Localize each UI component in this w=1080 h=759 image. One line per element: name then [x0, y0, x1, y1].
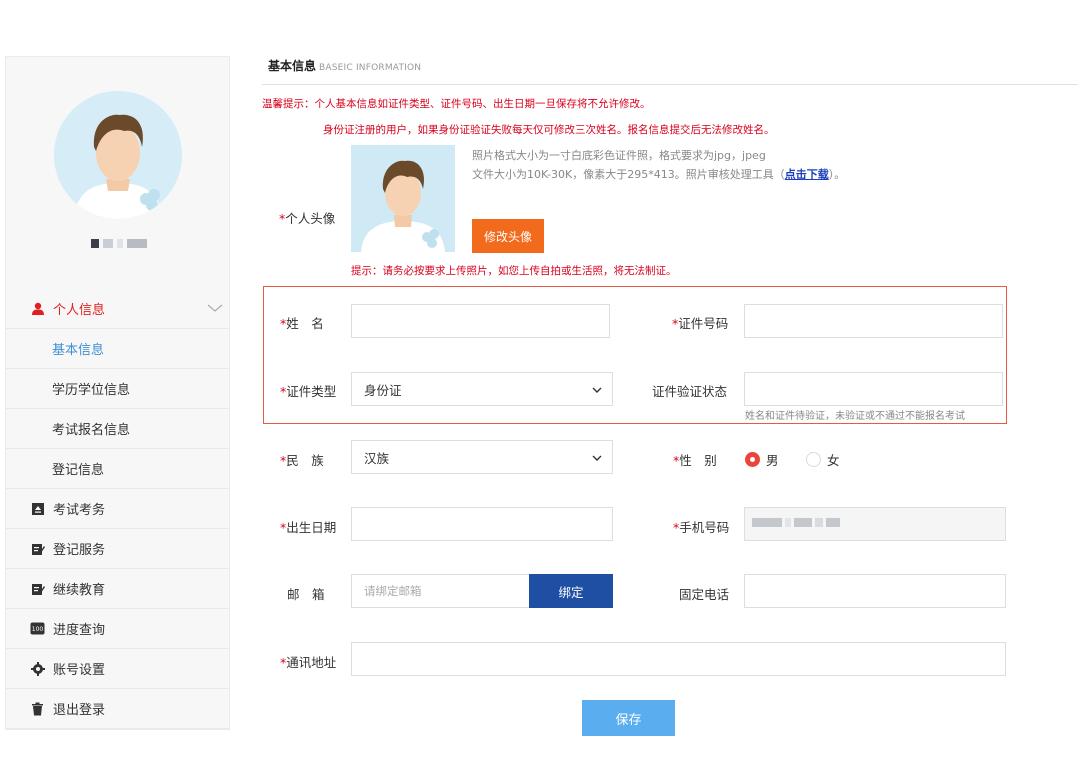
- sidebar-item-account-settings[interactable]: 账号设置: [6, 649, 229, 689]
- chevron-down-icon: [207, 301, 223, 315]
- bind-email-button[interactable]: 绑定: [529, 574, 613, 608]
- sidebar-menu: 个人信息 基本信息 学历学位信息 考试报名信息 登记信息 考试考务 登记服务 继…: [6, 289, 229, 729]
- address-input[interactable]: [351, 642, 1006, 676]
- birth-date-input[interactable]: [351, 507, 613, 541]
- gender-male-radio[interactable]: 男: [745, 450, 779, 469]
- address-label: *通讯地址: [280, 655, 337, 670]
- id-type-select[interactable]: 身份证: [351, 372, 613, 406]
- avatar-illustration: [54, 91, 182, 219]
- ethnicity-value: 汉族: [364, 450, 390, 466]
- progress-counter-icon: 100: [30, 621, 45, 636]
- birth-label: *出生日期: [280, 520, 337, 535]
- trash-icon: [30, 701, 45, 716]
- radio-checked-icon: [745, 452, 760, 467]
- save-button[interactable]: 保存: [582, 700, 675, 736]
- download-tool-link[interactable]: 点击下载: [785, 168, 829, 181]
- edit-document-icon: [30, 581, 45, 596]
- photo-illustration: [351, 145, 455, 252]
- sidebar-subitem-exam-registration[interactable]: 考试报名信息: [6, 409, 229, 449]
- name-label: *姓 名: [280, 316, 324, 331]
- page-title: 基本信息 BASEIC INFORMATION: [268, 57, 421, 74]
- email-input[interactable]: 请绑定邮箱: [351, 574, 530, 608]
- sidebar: 个人信息 基本信息 学历学位信息 考试报名信息 登记信息 考试考务 登记服务 继…: [5, 56, 230, 730]
- verify-hint: 姓名和证件待验证，未验证或不通过不能报名考试: [745, 411, 965, 422]
- sidebar-item-label: 退出登录: [53, 703, 106, 718]
- id-type-value: 身份证: [364, 382, 402, 398]
- gender-label: *性 别: [673, 453, 717, 468]
- id-type-label: *证件类型: [280, 384, 337, 399]
- sidebar-item-register-service[interactable]: 登记服务: [6, 529, 229, 569]
- photo-label: *个人头像: [279, 211, 336, 226]
- landline-label: 固定电话: [679, 587, 730, 602]
- photo-tip-size: 文件大小为10K-30K，像素大于295*413。照片审核处理工具（点击下载）。: [472, 168, 846, 181]
- phone-label: *手机号码: [673, 520, 730, 535]
- sidebar-subitem-registration-info[interactable]: 登记信息: [6, 449, 229, 489]
- sidebar-subitem-education[interactable]: 学历学位信息: [6, 369, 229, 409]
- sidebar-item-label: 登记服务: [53, 543, 106, 558]
- title-divider: [262, 84, 1078, 85]
- sidebar-item-personal-info[interactable]: 个人信息: [6, 289, 229, 329]
- page-title-text: 基本信息: [268, 59, 317, 73]
- id-number-label: *证件号码: [672, 316, 729, 331]
- exam-icon: [30, 501, 45, 516]
- email-placeholder: 请绑定邮箱: [364, 584, 422, 598]
- gear-icon: [30, 661, 45, 676]
- notice-line-2: 身份证注册的用户，如果身份证验证失败每天仅可修改三次姓名。报名信息提交后无法修改…: [323, 124, 775, 136]
- notice-line-1: 温馨提示：个人基本信息如证件类型、证件号码、出生日期一旦保存将不允许修改。: [262, 98, 651, 110]
- id-number-input[interactable]: [744, 304, 1003, 338]
- sidebar-item-label: 考试考务: [53, 503, 106, 518]
- sidebar-item-progress[interactable]: 100 进度查询: [6, 609, 229, 649]
- photo-warning: 提示：请务必按要求上传照片，如您上传自拍或生活照，将无法制证。: [351, 265, 677, 277]
- username-masked: [91, 239, 147, 248]
- id-photo: [351, 145, 455, 252]
- verify-status-field: [744, 372, 1003, 406]
- ethnicity-label: *民 族: [280, 453, 324, 468]
- radio-unchecked-icon: [806, 452, 821, 467]
- sidebar-item-continuing-education[interactable]: 继续教育: [6, 569, 229, 609]
- ethnicity-select[interactable]: 汉族: [351, 440, 613, 474]
- change-avatar-button[interactable]: 修改头像: [472, 219, 544, 253]
- sidebar-item-label: 个人信息: [53, 303, 106, 318]
- user-icon: [30, 301, 45, 316]
- sidebar-subitem-basic-info[interactable]: 基本信息: [6, 329, 229, 369]
- verify-status-label: 证件验证状态: [652, 384, 728, 399]
- name-input[interactable]: [351, 304, 610, 338]
- sidebar-item-label: 进度查询: [53, 623, 106, 638]
- edit-document-icon: [30, 541, 45, 556]
- svg-text:100: 100: [32, 626, 44, 633]
- sidebar-item-label: 账号设置: [53, 663, 106, 678]
- landline-input[interactable]: [744, 574, 1006, 608]
- chevron-down-icon: [592, 450, 602, 465]
- email-label: 邮 箱: [287, 587, 325, 602]
- sidebar-item-logout[interactable]: 退出登录: [6, 689, 229, 729]
- chevron-down-icon: [592, 382, 602, 397]
- page-title-en: BASEIC INFORMATION: [319, 63, 422, 73]
- sidebar-item-label: 继续教育: [53, 583, 106, 598]
- gender-female-radio[interactable]: 女: [806, 450, 840, 469]
- sidebar-item-exam[interactable]: 考试考务: [6, 489, 229, 529]
- photo-tip-format: 照片格式大小为一寸白底彩色证件照，格式要求为jpg，jpeg: [472, 149, 766, 162]
- user-avatar: [54, 91, 182, 219]
- phone-masked: [752, 518, 840, 527]
